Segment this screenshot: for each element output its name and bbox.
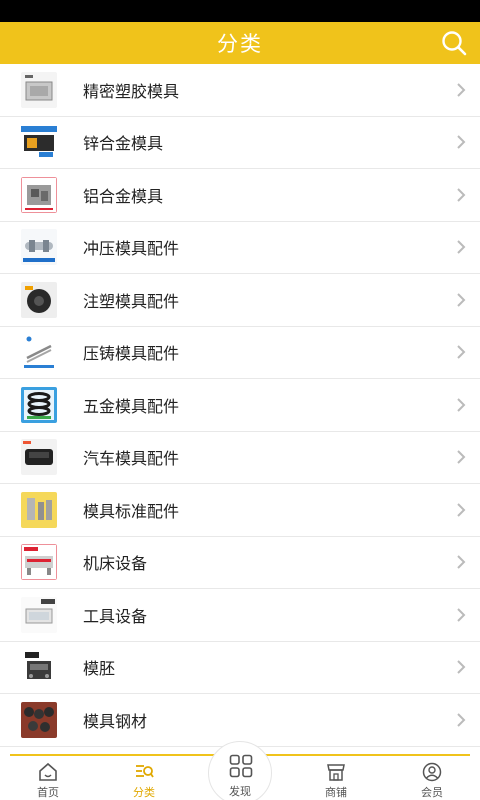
spring-image [21,386,57,423]
status-bar [0,0,480,22]
category-item[interactable]: 模具钢材 [0,694,480,747]
category-item[interactable]: 汽车模具配件 [0,432,480,484]
top-bar: 分类 [0,22,480,64]
chevron-right-icon [457,660,466,674]
user-icon [422,762,442,782]
zinc-mold-image [21,124,57,161]
category-label: 冲压模具配件 [83,239,180,259]
chevron-right-icon [457,555,466,569]
category-label: 铝合金模具 [83,186,164,206]
category-item[interactable]: 锌合金模具 [0,117,480,169]
tab-discover[interactable]: 发现 [208,741,272,800]
category-list: 精密塑胶模具 锌合金模具 铝合金模具 冲压模具配件 注塑模具配件 压铸模具配件 … [0,64,480,747]
aluminum-mold-image [21,176,57,213]
tab-label: 分类 [133,786,155,799]
tab-member[interactable]: 会员 [384,756,480,800]
shop-icon [327,764,345,781]
category-item[interactable]: 注塑模具配件 [0,274,480,327]
category-item[interactable]: 铝合金模具 [0,169,480,222]
category-label: 汽车模具配件 [83,449,180,469]
category-item[interactable]: 工具设备 [0,589,480,642]
tab-label: 会员 [421,786,443,799]
tab-label: 首页 [37,786,59,799]
category-label: 模具钢材 [83,711,148,731]
category-label: 注塑模具配件 [83,291,180,311]
category-label: 五金模具配件 [83,396,180,416]
chevron-right-icon [457,240,466,254]
search-icon[interactable] [440,29,468,57]
tab-shop[interactable]: 商铺 [288,756,384,800]
chevron-right-icon [457,503,466,517]
category-item[interactable]: 压铸模具配件 [0,327,480,379]
chevron-right-icon [457,713,466,727]
category-label: 精密塑胶模具 [83,81,180,101]
tab-category[interactable]: 分类 [96,756,192,800]
category-item[interactable]: 冲压模具配件 [0,222,480,274]
mold-base-image [21,649,57,686]
category-label: 机床设备 [83,554,148,574]
chevron-right-icon [457,450,466,464]
category-label: 压铸模具配件 [83,344,180,364]
tool-equipment-image [21,596,57,633]
category-label: 模胚 [83,659,116,679]
injection-part-image [21,281,57,318]
chevron-right-icon [457,83,466,97]
steel-image [21,701,57,738]
chevron-right-icon [457,608,466,622]
page-title: 分类 [217,32,263,56]
stamping-part-image [21,229,57,266]
tab-label: 发现 [229,785,251,798]
chevron-right-icon [457,293,466,307]
chevron-right-icon [457,398,466,412]
grid-icon [229,754,253,778]
category-label: 模具标准配件 [83,501,180,521]
home-icon [39,762,57,781]
standard-part-image [21,491,57,528]
diecast-pin-image [21,334,57,371]
chevron-right-icon [457,135,466,149]
tab-label: 商铺 [325,786,347,799]
chevron-right-icon [457,345,466,359]
machine-image [21,544,57,581]
category-item[interactable]: 模具标准配件 [0,484,480,537]
category-label: 工具设备 [83,606,148,626]
category-item[interactable]: 模胚 [0,642,480,694]
category-label: 锌合金模具 [83,134,164,154]
tab-home[interactable]: 首页 [0,756,96,800]
chevron-right-icon [457,188,466,202]
category-item[interactable]: 机床设备 [0,537,480,589]
category-list-icon [136,765,154,778]
category-item[interactable]: 精密塑胶模具 [0,64,480,117]
auto-part-image [21,439,57,476]
mold-block-image [21,71,57,108]
category-item[interactable]: 五金模具配件 [0,379,480,432]
